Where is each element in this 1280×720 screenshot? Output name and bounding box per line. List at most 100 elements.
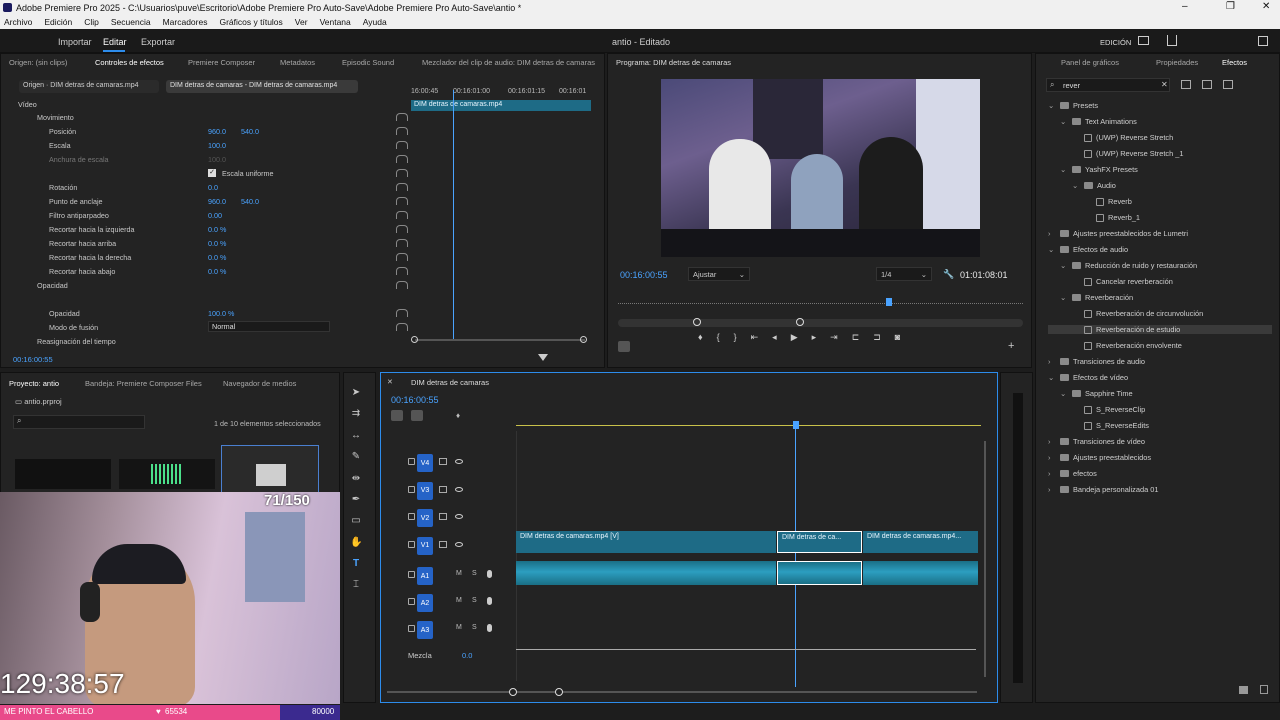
- project-search[interactable]: ⌕: [13, 415, 145, 429]
- tab-importar[interactable]: Importar: [58, 37, 92, 47]
- camera-icon[interactable]: ◙: [895, 332, 900, 346]
- effects-tree-item[interactable]: ⌄ Reverberación: [1048, 293, 1133, 302]
- audio-clip-2[interactable]: [777, 561, 862, 585]
- audio-clip-1[interactable]: [516, 561, 776, 585]
- property-row[interactable]: Punto de anclaje 960.0 540.0: [1, 194, 411, 208]
- effects-tree-item[interactable]: › efectos: [1048, 469, 1097, 478]
- mark-out-icon[interactable]: }: [734, 332, 737, 346]
- microphone-icon[interactable]: [487, 570, 492, 578]
- mute-button[interactable]: M: [456, 570, 462, 577]
- tab-bin[interactable]: Bandeja: Premiere Composer Files: [85, 379, 202, 388]
- program-timecode[interactable]: 00:16:00:55: [620, 270, 668, 280]
- menu-archivo[interactable]: Archivo: [4, 17, 32, 27]
- go-to-out-icon[interactable]: ⇥: [830, 332, 838, 346]
- menu-ventana[interactable]: Ventana: [320, 17, 351, 27]
- timeline-tab[interactable]: DIM detras de camaras: [411, 378, 489, 387]
- tab-project[interactable]: Proyecto: antio: [9, 379, 59, 388]
- reset-icon[interactable]: [396, 211, 408, 219]
- reset-icon[interactable]: [396, 239, 408, 247]
- property-row[interactable]: Recortar hacia la izquierda 0.0 %: [1, 222, 411, 236]
- chevron-right-icon[interactable]: ›: [1048, 453, 1056, 462]
- filter-icon[interactable]: [538, 354, 548, 361]
- vertical-scrollbar[interactable]: [984, 441, 986, 677]
- reset-icon[interactable]: [396, 225, 408, 233]
- trash-icon[interactable]: [1260, 685, 1268, 694]
- play-icon[interactable]: ▶: [791, 332, 798, 346]
- effects-tree-item[interactable]: (UWP) Reverse Stretch _1: [1048, 149, 1183, 158]
- reset-icon[interactable]: [396, 183, 408, 191]
- timeline-timecode[interactable]: 00:16:00:55: [391, 395, 439, 405]
- reset-icon[interactable]: [396, 141, 408, 149]
- property-row[interactable]: [1, 292, 411, 306]
- ec-scroll-left-handle[interactable]: [411, 336, 418, 343]
- menu-graficos[interactable]: Gráficos y títulos: [219, 17, 282, 27]
- chevron-right-icon[interactable]: ›: [1048, 485, 1056, 494]
- track-target-button[interactable]: V2: [417, 509, 433, 527]
- add-button-icon[interactable]: +: [1008, 340, 1014, 352]
- accelerated-effects-icon[interactable]: [1181, 80, 1191, 89]
- tab-properties[interactable]: Propiedades: [1156, 58, 1198, 67]
- property-row[interactable]: Recortar hacia la derecha 0.0 %: [1, 250, 411, 264]
- effects-tree-item[interactable]: Reverberación de estudio: [1048, 325, 1272, 334]
- property-row[interactable]: Escala 100.0: [1, 138, 411, 152]
- maximize-button[interactable]: ❐: [1226, 1, 1235, 12]
- solo-button[interactable]: S: [472, 570, 477, 577]
- clear-search-icon[interactable]: ✕: [1161, 80, 1168, 89]
- menu-clip[interactable]: Clip: [84, 17, 99, 27]
- lock-icon[interactable]: [408, 540, 415, 548]
- reset-icon[interactable]: [396, 267, 408, 275]
- step-back-icon[interactable]: ◂: [772, 332, 777, 346]
- chevron-down-icon[interactable]: ⌄: [1060, 389, 1068, 398]
- quality-dropdown[interactable]: 1/4 ⌄: [876, 267, 932, 281]
- reset-icon[interactable]: [396, 197, 408, 205]
- zoom-left-handle[interactable]: [693, 318, 701, 326]
- ec-timecode[interactable]: 00:16:00:55: [13, 355, 53, 364]
- type-tool-icon[interactable]: T: [350, 558, 362, 570]
- lock-icon[interactable]: [408, 625, 415, 632]
- chevron-right-icon[interactable]: ›: [1048, 437, 1056, 446]
- property-row[interactable]: Recortar hacia abajo 0.0 %: [1, 264, 411, 278]
- property-row[interactable]: Posición 960.0 540.0: [1, 124, 411, 138]
- new-bin-icon[interactable]: [1239, 686, 1248, 694]
- chevron-down-icon[interactable]: ⌄: [1048, 373, 1056, 382]
- eye-icon[interactable]: [455, 541, 463, 547]
- solo-button[interactable]: S: [472, 624, 477, 631]
- effects-tree-item[interactable]: Cancelar reverberación: [1048, 277, 1173, 286]
- fit-dropdown[interactable]: Ajustar ⌄: [688, 267, 750, 281]
- property-row[interactable]: Recortar hacia arriba 0.0 %: [1, 236, 411, 250]
- program-playhead[interactable]: [886, 298, 892, 306]
- tab-effect-controls[interactable]: Controles de efectos: [95, 58, 164, 67]
- effects-tree-item[interactable]: › Transiciones de vídeo: [1048, 437, 1145, 446]
- menu-marcadores[interactable]: Marcadores: [163, 17, 208, 27]
- microphone-icon[interactable]: [487, 597, 492, 605]
- eye-icon[interactable]: [455, 459, 463, 464]
- effects-tree-item[interactable]: › Ajustes preestablecidos de Lumetri: [1048, 229, 1188, 238]
- reset-icon[interactable]: [396, 253, 408, 261]
- tab-source[interactable]: Origen: (sin clips): [9, 58, 67, 67]
- chevron-right-icon[interactable]: ›: [1048, 229, 1056, 238]
- mark-in-icon[interactable]: {: [717, 332, 720, 346]
- reset-icon[interactable]: [396, 155, 408, 163]
- lift-icon[interactable]: ⊏: [852, 332, 860, 346]
- sync-lock-icon[interactable]: [439, 485, 447, 493]
- hand-tool-icon[interactable]: ✋: [350, 537, 362, 549]
- chevron-down-icon[interactable]: ⌄: [1060, 261, 1068, 270]
- track-target-button[interactable]: V4: [417, 454, 433, 472]
- property-value-2[interactable]: 540.0: [241, 197, 259, 206]
- property-row[interactable]: Filtro antiparpadeo 0.00: [1, 208, 411, 222]
- tab-metadata[interactable]: Metadatos: [280, 58, 315, 67]
- ec-scroll-right-handle[interactable]: [580, 336, 587, 343]
- video-clip-3[interactable]: DIM detras de camaras.mp4...: [863, 531, 978, 553]
- ec-scrollbar[interactable]: [415, 339, 585, 341]
- property-value[interactable]: 0.0 %: [208, 225, 226, 234]
- video-clip-2[interactable]: DIM detras de ca...: [777, 531, 862, 553]
- sync-lock-icon[interactable]: [439, 513, 447, 520]
- tab-premiere-composer[interactable]: Premiere Composer: [188, 58, 255, 67]
- source-clip-tab[interactable]: Origen · DIM detras de camaras.mp4: [19, 80, 159, 93]
- property-value[interactable]: 0.00: [208, 211, 222, 220]
- effects-tree-item[interactable]: S_ReverseEdits: [1048, 421, 1149, 430]
- linked-selection-icon[interactable]: [411, 410, 423, 421]
- fullscreen-icon[interactable]: [1258, 36, 1268, 46]
- safe-margins-icon[interactable]: [618, 341, 630, 352]
- audio-clip-3[interactable]: [863, 561, 978, 585]
